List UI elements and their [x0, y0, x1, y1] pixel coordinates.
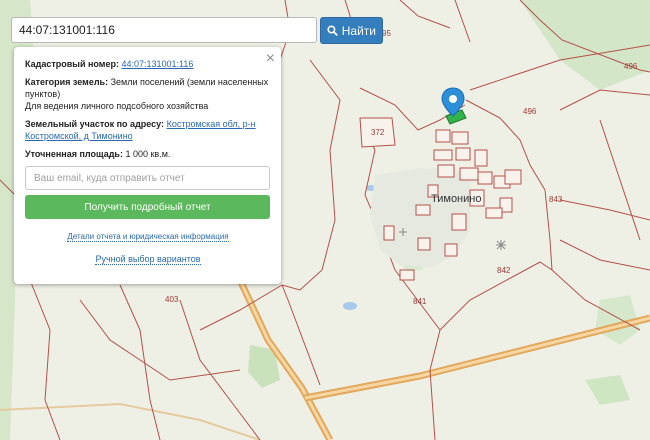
plot-info-panel: × Кадастровый номер: 44:07:131001:116 Ка…	[14, 47, 281, 284]
search-button[interactable]: Найти	[320, 17, 383, 44]
get-report-button[interactable]: Получить подробный отчет	[25, 195, 270, 219]
land-category-label: Категория земель:	[25, 77, 109, 87]
plot-label: 372	[371, 128, 385, 137]
search-button-label: Найти	[341, 23, 376, 38]
plot-label: 843	[549, 195, 563, 204]
cadastral-search-input[interactable]	[11, 17, 317, 43]
village-label: Тимонино	[431, 193, 482, 205]
map-view[interactable]: 95 496 496 372 843 842 841 403 Тимонино …	[0, 0, 650, 440]
plot-label: 841	[413, 297, 427, 306]
report-details-link[interactable]: Детали отчета и юридическая информация	[25, 231, 271, 243]
plot-label: 403	[165, 295, 179, 304]
area-row: Уточненная площадь: 1 000 кв.м.	[25, 148, 271, 160]
cadastral-number-label: Кадастровый номер:	[25, 59, 119, 69]
land-usage-value: Для ведения личного подсобного хозяйства	[25, 101, 209, 111]
manual-selection-link[interactable]: Ручной выбор вариантов	[25, 253, 271, 265]
close-icon[interactable]: ×	[266, 51, 275, 67]
land-category-row: Категория земель: Земли поселений (земли…	[25, 76, 271, 112]
search-icon	[327, 25, 338, 36]
plot-label: 95	[382, 29, 391, 38]
plot-label: 496	[523, 107, 537, 116]
plot-label: 496	[624, 62, 638, 71]
report-details-link-text: Детали отчета и юридическая информация	[67, 232, 229, 242]
manual-selection-link-text: Ручной выбор вариантов	[95, 254, 201, 265]
email-input[interactable]	[25, 166, 270, 190]
tree-symbol-icon	[496, 240, 506, 250]
address-label: Земельный участок по адресу:	[25, 119, 165, 129]
area-label: Уточненная площадь:	[25, 149, 123, 159]
cadastral-number-link[interactable]: 44:07:131001:116	[121, 59, 193, 69]
area-value: 1 000 кв.м.	[125, 149, 171, 159]
address-row: Земельный участок по адресу: Костромская…	[25, 118, 271, 142]
cadastral-number-row: Кадастровый номер: 44:07:131001:116	[25, 58, 271, 70]
plot-label: 842	[497, 266, 511, 275]
